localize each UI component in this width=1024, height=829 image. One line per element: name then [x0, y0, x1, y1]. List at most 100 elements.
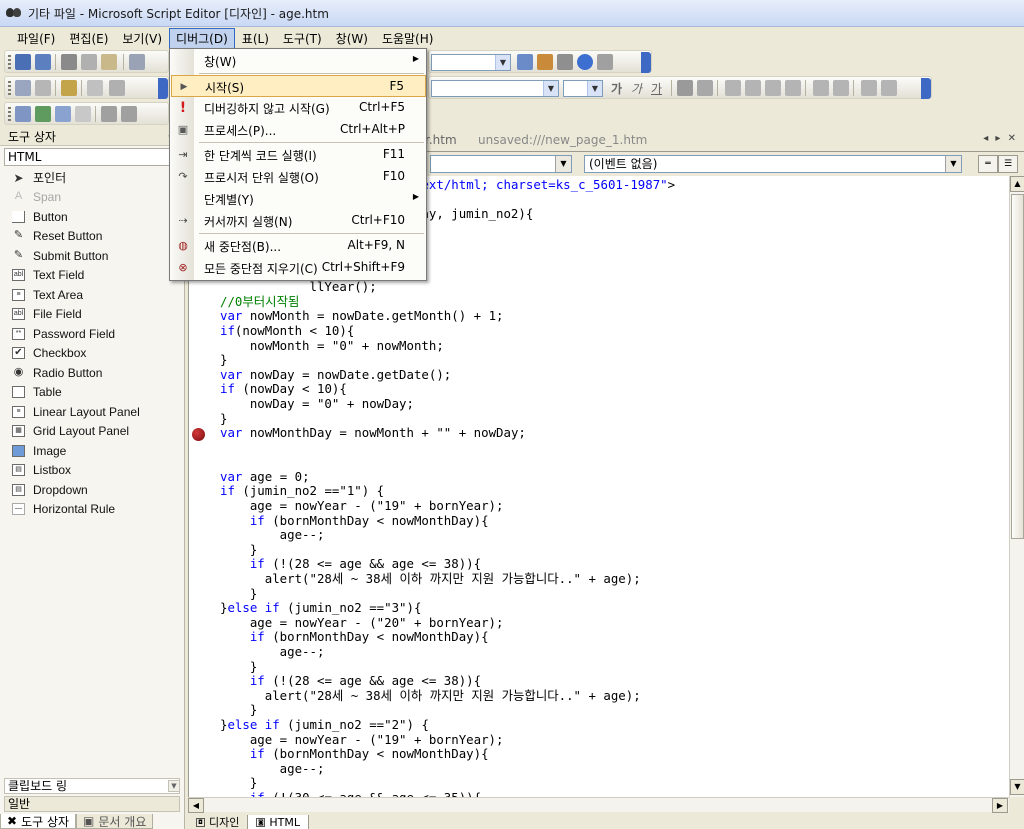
- undo-icon[interactable]: [129, 54, 145, 70]
- tab-document-outline[interactable]: ▣ 문서 개요: [76, 814, 154, 829]
- toolbox-item-horizontal-rule[interactable]: — Horizontal Rule: [0, 500, 184, 520]
- save-icon[interactable]: [15, 54, 31, 70]
- horizontal-scrollbar[interactable]: ◀ ▶: [188, 797, 1009, 813]
- toolbox-item-dropdown[interactable]: ▤ Dropdown: [0, 480, 184, 500]
- code-line[interactable]: age--;: [220, 644, 675, 660]
- code-line[interactable]: nowDay = "0" + nowDay;: [220, 396, 675, 412]
- vertical-scrollbar[interactable]: ▲ ▼: [1009, 176, 1024, 797]
- chevron-down-icon[interactable]: ▼: [555, 156, 571, 172]
- code-line[interactable]: nowMonth = "0" + nowMonth;: [220, 338, 675, 354]
- solution-config-combo[interactable]: ▼: [431, 54, 511, 71]
- debug-menu-run-to-cursor[interactable]: ⇢ 커서까지 실행(N) Ctrl+F10: [171, 210, 426, 232]
- copy-icon[interactable]: [81, 54, 97, 70]
- code-line[interactable]: }: [220, 353, 675, 368]
- menu-table[interactable]: 표(L): [235, 28, 276, 49]
- breakpoint-icon[interactable]: [192, 428, 205, 441]
- scroll-thumb[interactable]: [1011, 194, 1024, 539]
- code-line[interactable]: }: [220, 586, 675, 602]
- scroll-up-icon[interactable]: ▲: [1010, 176, 1024, 192]
- code-line[interactable]: if (!(28 <= age && age <= 38)){: [220, 557, 675, 572]
- code-line[interactable]: if (jumin_no2 =="1") {: [220, 484, 675, 499]
- code-line[interactable]: if (bornMonthDay < nowMonthDay){: [220, 513, 675, 529]
- font-size-combo[interactable]: ▼: [563, 80, 603, 97]
- menu-file[interactable]: 파일(F): [10, 28, 62, 49]
- debug-menu-windows[interactable]: 창(W) ▶: [171, 50, 426, 72]
- grid-icon[interactable]: [109, 80, 125, 96]
- toolbar-overflow[interactable]: [158, 78, 168, 99]
- options-icon[interactable]: [597, 54, 613, 70]
- indent-increase-icon[interactable]: [121, 106, 137, 122]
- toolbox-item-text-area[interactable]: ≡ Text Area: [0, 285, 184, 305]
- general-category[interactable]: 일반: [4, 796, 180, 812]
- tab-document[interactable]: r.htm: [425, 133, 457, 147]
- code-line[interactable]: }: [220, 703, 675, 718]
- toolbar-grip[interactable]: [8, 55, 11, 70]
- highlight-icon[interactable]: [697, 80, 713, 96]
- code-line[interactable]: if(nowMonth < 10){: [220, 323, 675, 339]
- tab-nav-controls[interactable]: ◂ ▸ ✕: [983, 133, 1018, 144]
- code-line[interactable]: }: [220, 542, 675, 558]
- toolbar-overflow[interactable]: [641, 52, 651, 73]
- text-icon[interactable]: [75, 106, 91, 122]
- toolbar-overflow[interactable]: [921, 78, 931, 99]
- menu-window[interactable]: 창(W): [329, 28, 375, 49]
- align-right-icon[interactable]: [765, 80, 781, 96]
- image-insert-icon[interactable]: [35, 106, 51, 122]
- justify-icon[interactable]: [785, 80, 801, 96]
- table-insert-icon[interactable]: [87, 80, 103, 96]
- toolbox-item-linear-layout-panel[interactable]: ≡ Linear Layout Panel: [0, 402, 184, 422]
- code-line[interactable]: }else if (jumin_no2 =="3"){: [220, 600, 675, 616]
- chevron-down-icon[interactable]: ▼: [587, 81, 602, 96]
- save-all-icon[interactable]: [35, 54, 51, 70]
- bookmark-icon[interactable]: [55, 106, 71, 122]
- scroll-right-icon[interactable]: ▶: [992, 798, 1008, 813]
- align-center-icon[interactable]: [745, 80, 761, 96]
- debug-menu-new-breakpoint[interactable]: ◍ 새 중단점(B)... Alt+F9, N: [171, 235, 426, 257]
- font-name-combo[interactable]: ▼: [431, 80, 559, 97]
- chevron-down-icon[interactable]: ▼: [168, 780, 180, 792]
- code-line[interactable]: age = nowYear - ("20" + bornYear);: [220, 615, 675, 631]
- code-line[interactable]: var nowDay = nowDate.getDate();: [220, 367, 675, 383]
- code-line[interactable]: alert("28세 ~ 38세 이하 까지만 지원 가능합니다.." + ag…: [220, 688, 675, 704]
- tab-unsaved-page[interactable]: unsaved:///new_page_1.htm: [478, 133, 647, 147]
- menu-help[interactable]: 도움말(H): [375, 28, 441, 49]
- toolbox-item-reset-button[interactable]: ✎ Reset Button: [0, 227, 184, 247]
- debug-menu-processes[interactable]: ▣ 프로세스(P)... Ctrl+Alt+P: [171, 119, 426, 141]
- code-line[interactable]: }: [220, 659, 675, 675]
- toolbox-item-table[interactable]: Table: [0, 383, 184, 403]
- bullet-list-icon[interactable]: [833, 80, 849, 96]
- scroll-left-icon[interactable]: ◀: [188, 798, 204, 813]
- help-icon[interactable]: [577, 54, 593, 70]
- toolbar-grip[interactable]: [8, 107, 11, 122]
- debug-menu-start-without-debugging[interactable]: ! 디버깅하지 않고 시작(G) Ctrl+F5: [171, 97, 426, 119]
- tab-html-view[interactable]: ◙ HTML: [248, 815, 309, 829]
- indent-icon[interactable]: [881, 80, 897, 96]
- list-icon[interactable]: [15, 80, 31, 96]
- code-line[interactable]: age--;: [220, 528, 675, 543]
- chevron-down-icon[interactable]: ▼: [543, 81, 558, 96]
- menu-debug[interactable]: 디버그(D): [169, 27, 235, 49]
- code-line[interactable]: }: [220, 411, 675, 427]
- code-line[interactable]: var age = 0;: [220, 469, 675, 485]
- menu-tools[interactable]: 도구(T): [276, 28, 329, 49]
- code-line[interactable]: }: [220, 776, 675, 791]
- debug-menu-step-into[interactable]: ⇥ 한 단계씩 코드 실행(I) F11: [171, 144, 426, 166]
- code-line[interactable]: var nowMonthDay = nowMonth + "" + nowDay…: [220, 425, 675, 441]
- debug-menu-start[interactable]: ▶ 시작(S) F5: [171, 75, 426, 97]
- toolbox-item-checkbox[interactable]: ✔ Checkbox: [0, 344, 184, 364]
- tab-toolbox[interactable]: ✖ 도구 상자: [0, 814, 77, 829]
- refresh-icon[interactable]: [35, 80, 51, 96]
- font-color-icon[interactable]: [677, 80, 693, 96]
- chevron-down-icon[interactable]: ▼: [945, 156, 961, 172]
- debug-menu-clear-breakpoints[interactable]: ⊗ 모든 중단점 지우기(C) Ctrl+Shift+F9: [171, 257, 426, 279]
- toolbox-item-file-field[interactable]: abl File Field: [0, 305, 184, 325]
- paste-icon[interactable]: [101, 54, 117, 70]
- tab-design-view[interactable]: ◘ 디자인: [188, 815, 249, 829]
- object-select[interactable]: ▼: [430, 155, 572, 173]
- toolbox-item-button[interactable]: Button: [0, 207, 184, 227]
- numbered-list-icon[interactable]: [813, 80, 829, 96]
- find-icon[interactable]: [517, 54, 533, 70]
- bold-button[interactable]: 가: [611, 80, 622, 97]
- code-line[interactable]: age--;: [220, 761, 675, 777]
- code-line[interactable]: }else if (jumin_no2 =="2") {: [220, 717, 675, 733]
